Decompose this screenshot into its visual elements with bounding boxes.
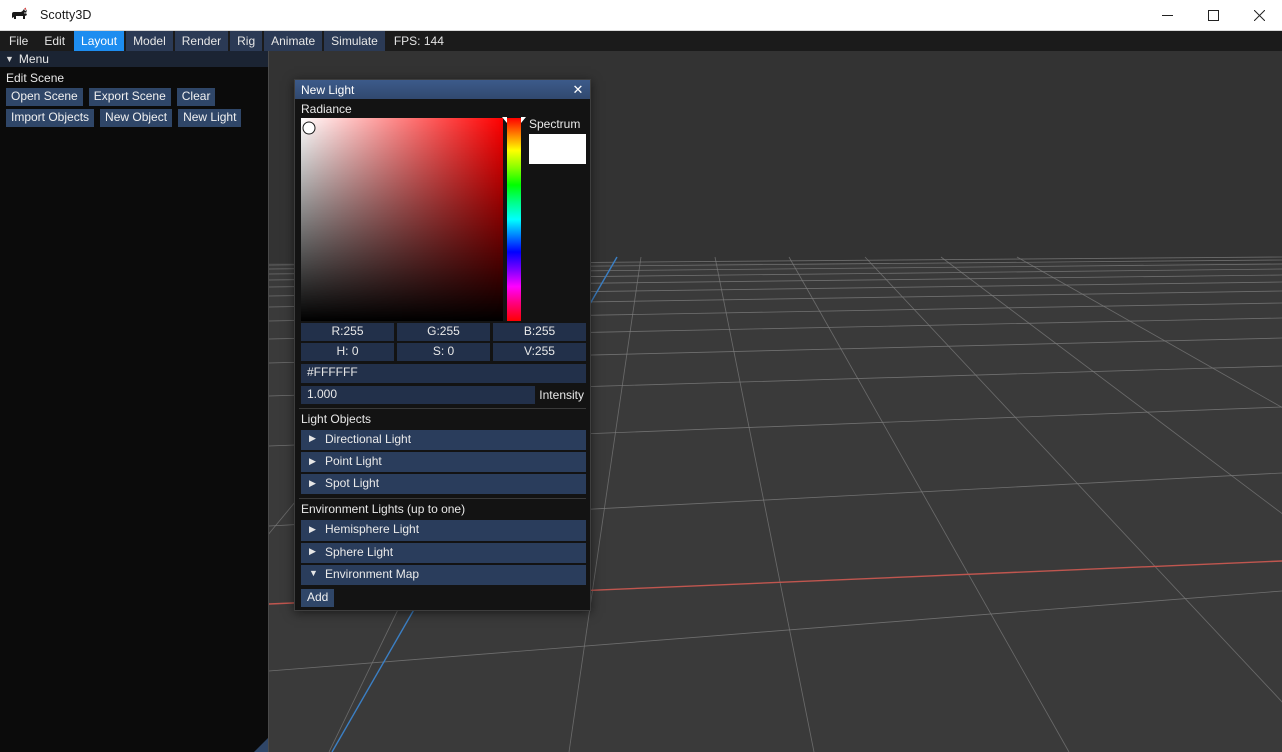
dialog-title: New Light (301, 82, 355, 97)
window-title-bar: Scotty3D (0, 0, 1282, 31)
menu-item-file[interactable]: File (2, 31, 35, 51)
dialog-body: Radiance Spectrum R:255 G:255 B:255 H: 0… (295, 99, 590, 610)
dialog-close-icon[interactable]: ✕ (570, 82, 586, 98)
spectrum-color-swatch[interactable] (529, 134, 586, 165)
intensity-input[interactable]: 1.000 (301, 385, 536, 404)
hue-gradient-strip (507, 118, 522, 321)
green-field[interactable]: G:255 (397, 323, 490, 342)
fps-counter: FPS: 144 (393, 34, 444, 48)
menu-item-edit[interactable]: Edit (37, 31, 72, 51)
sidebar-button-row-2: Import Objects New Object New Light (6, 109, 262, 128)
hue-marker-right (521, 117, 526, 123)
dialog-title-bar[interactable]: New Light ✕ (295, 80, 590, 99)
environment-lights-label: Environment Lights (up to one) (301, 502, 466, 517)
sidebar-resize-handle[interactable] (254, 738, 268, 752)
tree-item-label: Spot Light (325, 476, 380, 491)
hex-color-field[interactable]: #FFFFFF (301, 364, 586, 383)
blue-field[interactable]: B:255 (493, 323, 586, 342)
import-objects-button[interactable]: Import Objects (6, 109, 95, 128)
menu-item-render[interactable]: Render (174, 31, 229, 51)
intensity-row: 1.000 Intensity (301, 385, 586, 404)
edit-scene-label: Edit Scene (6, 71, 65, 85)
close-icon[interactable] (1236, 0, 1282, 31)
menu-item-layout[interactable]: Layout (74, 31, 125, 51)
color-picker: Spectrum (297, 117, 588, 321)
new-object-button[interactable]: New Object (100, 109, 173, 128)
chevron-right-icon: ▶ (309, 455, 316, 466)
menu-item-animate[interactable]: Animate (264, 31, 323, 51)
sidebar-body: Edit Scene Open Scene Export Scene Clear… (0, 67, 268, 128)
tree-item-label: Sphere Light (325, 544, 394, 559)
menu-item-simulate[interactable]: Simulate (324, 31, 385, 51)
tree-item-environment-map[interactable]: ▼ Environment Map (301, 564, 586, 585)
section-divider-1 (299, 407, 586, 409)
intensity-label: Intensity (539, 387, 584, 402)
tree-item-directional-light[interactable]: ▶ Directional Light (301, 429, 586, 450)
menu-item-model[interactable]: Model (126, 31, 173, 51)
hue-slider[interactable] (502, 117, 526, 321)
chevron-right-icon: ▶ (309, 477, 316, 488)
chevron-right-icon: ▶ (309, 523, 316, 534)
sv-cursor-handle[interactable] (302, 121, 316, 135)
tree-item-hemisphere-light[interactable]: ▶ Hemisphere Light (301, 520, 586, 541)
value-field[interactable]: V:255 (493, 343, 586, 362)
scottie-dog-icon (10, 6, 30, 24)
radiance-label: Radiance (301, 102, 352, 116)
chevron-down-icon: ▼ (5, 53, 14, 64)
clear-button[interactable]: Clear (176, 88, 216, 107)
left-sidebar: ▼ Menu Edit Scene Open Scene Export Scen… (0, 51, 269, 752)
hue-marker-left (502, 117, 508, 123)
tree-item-sphere-light[interactable]: ▶ Sphere Light (301, 542, 586, 563)
rgb-field-row: R:255 G:255 B:255 (297, 321, 588, 342)
menu-bar: File Edit Layout Model Render Rig Animat… (0, 31, 1282, 51)
saturation-field[interactable]: S: 0 (397, 343, 490, 362)
tree-item-label: Hemisphere Light (325, 522, 420, 537)
saturation-value-square[interactable] (301, 118, 504, 321)
sidebar-menu-header[interactable]: ▼ Menu (0, 51, 268, 67)
red-field[interactable]: R:255 (301, 323, 394, 342)
export-scene-button[interactable]: Export Scene (88, 88, 171, 107)
chevron-down-icon: ▼ (309, 568, 318, 579)
hue-field[interactable]: H: 0 (301, 343, 394, 362)
add-button[interactable]: Add (301, 588, 335, 608)
tree-item-label: Environment Map (325, 566, 420, 581)
chevron-right-icon: ▶ (309, 546, 316, 557)
section-divider-2 (299, 498, 586, 500)
application-window: Scotty3D File Edit Layout Model Render R… (0, 0, 1282, 752)
spectrum-label: Spectrum (529, 117, 581, 131)
maximize-icon[interactable] (1190, 0, 1236, 31)
tree-item-label: Point Light (325, 453, 382, 468)
light-objects-label: Light Objects (301, 411, 372, 426)
sidebar-menu-label: Menu (18, 52, 49, 66)
sidebar-button-row-1: Open Scene Export Scene Clear (6, 88, 262, 107)
new-light-dialog: New Light ✕ Radiance Spectrum R:255 G:25… (294, 79, 591, 612)
tree-item-label: Directional Light (325, 431, 412, 446)
spectrum-section: Spectrum (525, 117, 586, 321)
chevron-right-icon: ▶ (309, 433, 316, 444)
window-title: Scotty3D (40, 8, 92, 22)
minimize-icon[interactable] (1144, 0, 1190, 31)
hsv-field-row: H: 0 S: 0 V:255 (297, 341, 588, 362)
open-scene-button[interactable]: Open Scene (6, 88, 83, 107)
tree-item-point-light[interactable]: ▶ Point Light (301, 451, 586, 473)
menu-item-rig[interactable]: Rig (230, 31, 263, 51)
new-light-button[interactable]: New Light (178, 109, 242, 128)
tree-item-spot-light[interactable]: ▶ Spot Light (301, 474, 586, 495)
